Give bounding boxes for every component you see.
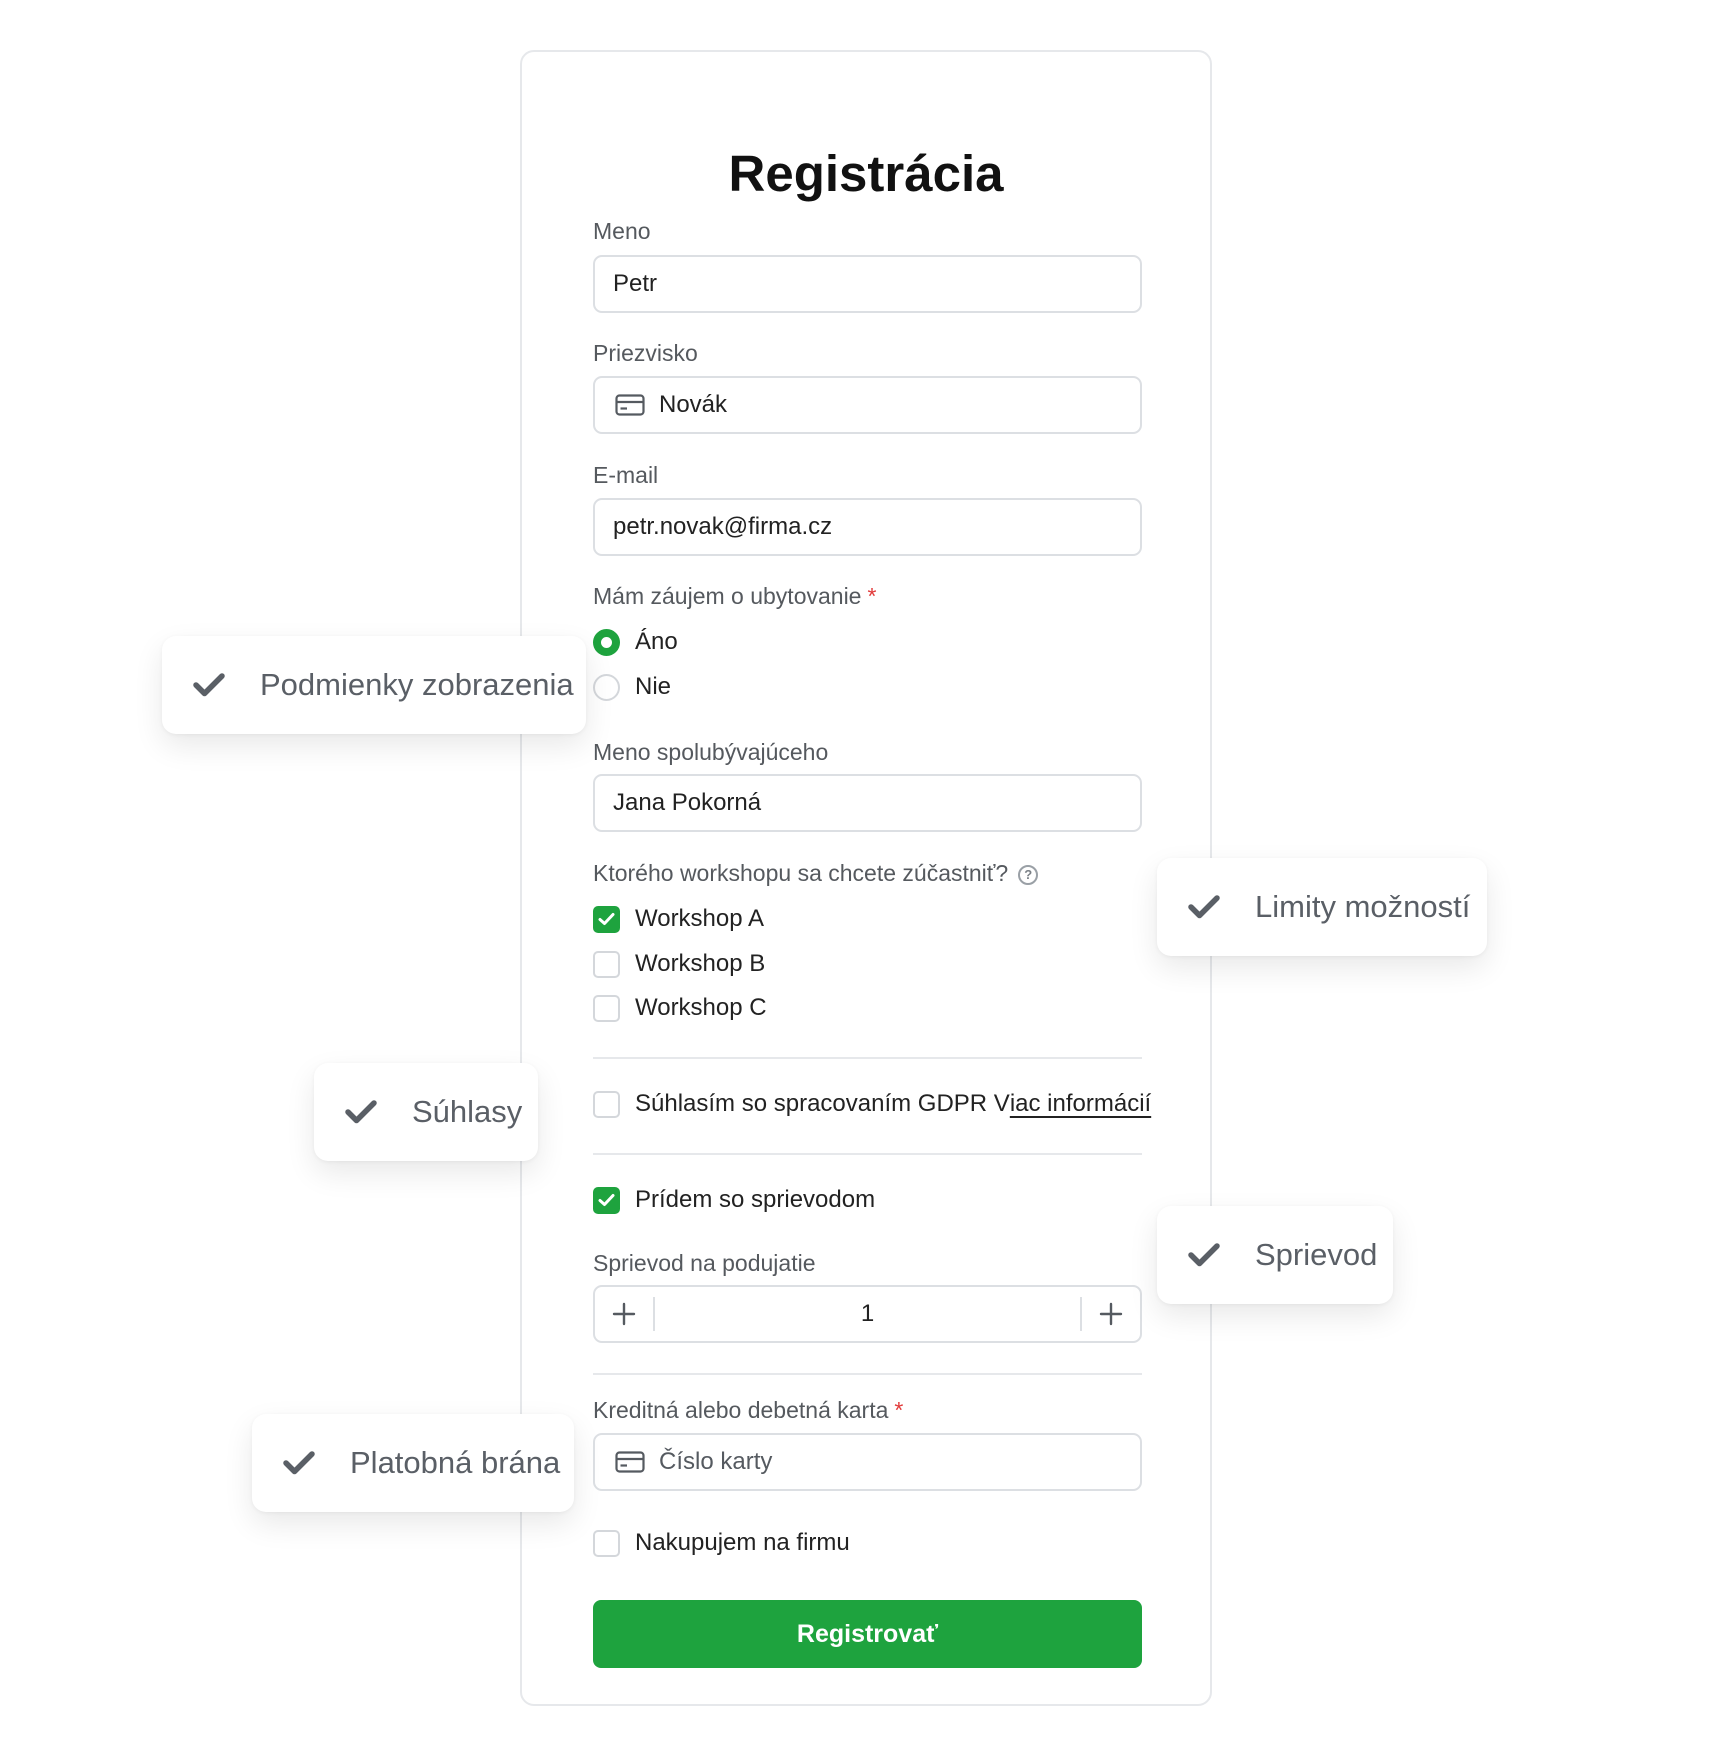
card-label: Kreditná alebo debetná karta * — [593, 1397, 903, 1424]
badge-companion: Sprievod — [1157, 1206, 1393, 1304]
checkbox-unchecked[interactable] — [593, 994, 620, 1022]
roommate-value: Jana Pokorná — [613, 789, 762, 816]
badge-payment-gateway: Platobná brána — [252, 1414, 574, 1512]
email-field[interactable]: petr.novak@firma.cz — [593, 498, 1142, 556]
option-label: Áno — [635, 628, 678, 655]
option-label: Nakupujem na firmu — [635, 1529, 850, 1556]
workshop-option-b[interactable]: Workshop B — [593, 948, 765, 980]
workshops-label-text: Ktorého workshopu sa chcete zúčastniť? — [593, 860, 1009, 886]
badge-consents: Súhlasy — [314, 1063, 538, 1161]
checkmark-icon — [598, 913, 615, 925]
register-button[interactable]: Registrovať — [593, 1600, 1142, 1668]
radio-unselected[interactable] — [593, 673, 620, 701]
check-icon — [345, 1100, 377, 1124]
check-icon — [283, 1451, 315, 1475]
email-label: E-mail — [593, 462, 659, 488]
divider — [593, 1373, 1142, 1375]
gdpr-text: Súhlasím so spracovaním GDPR V — [635, 1090, 1010, 1117]
first-name-value: Petr — [613, 270, 658, 297]
last-name-label: Priezvisko — [593, 340, 698, 366]
option-label: Prídem so sprievodom — [635, 1186, 876, 1213]
badge-label: Sprievod — [1255, 1237, 1378, 1272]
plus-icon — [612, 1302, 636, 1326]
card-icon — [615, 1451, 645, 1473]
first-name-label: Meno — [593, 218, 651, 244]
accommodation-label: Mám záujem o ubytovanie * — [593, 583, 876, 610]
question-circle-icon[interactable]: ? — [1018, 864, 1039, 885]
accommodation-label-text: Mám záujem o ubytovanie — [593, 583, 862, 609]
badge-display-conditions: Podmienky zobrazenia — [162, 636, 586, 734]
workshops-label: Ktorého workshopu sa chcete zúčastniť?? — [593, 860, 1039, 887]
check-icon — [193, 673, 225, 697]
radio-selected[interactable] — [593, 628, 620, 656]
plus-icon — [1099, 1302, 1123, 1326]
roommate-label: Meno spolubývajúceho — [593, 739, 829, 765]
increment-right-button[interactable] — [1082, 1287, 1140, 1341]
required-mark: * — [894, 1397, 904, 1423]
badge-label: Podmienky zobrazenia — [260, 667, 574, 702]
checkbox-checked[interactable] — [593, 905, 620, 933]
card-number-field[interactable]: Číslo karty — [593, 1433, 1142, 1491]
page-title: Registrácia — [728, 145, 1004, 202]
divider — [593, 1153, 1142, 1155]
checkbox-unchecked[interactable] — [593, 1529, 620, 1557]
badge-label: Limity možností — [1255, 889, 1471, 924]
required-mark: * — [867, 583, 877, 609]
companion-count-label: Sprievod na podujatie — [593, 1250, 816, 1276]
gdpr-consent[interactable]: Súhlasím so spracovaním GDPR Viac inform… — [593, 1088, 1151, 1120]
last-name-value: Novák — [659, 391, 728, 418]
first-name-field[interactable]: Petr — [593, 255, 1142, 313]
registration-form-card: Registrácia Meno Petr Priezvisko Novák E… — [520, 50, 1212, 1706]
badge-label: Súhlasy — [412, 1094, 523, 1129]
option-label: Workshop B — [635, 950, 766, 977]
checkbox-unchecked[interactable] — [593, 1090, 620, 1118]
roommate-field[interactable]: Jana Pokorná — [593, 774, 1142, 832]
check-icon — [1188, 895, 1220, 919]
increment-left-button[interactable] — [595, 1287, 653, 1341]
badge-label: Platobná brána — [350, 1445, 561, 1480]
card-label-text: Kreditná alebo debetná karta — [593, 1397, 889, 1423]
checkbox-checked[interactable] — [593, 1186, 620, 1214]
check-icon — [1188, 1243, 1220, 1267]
option-label: Workshop A — [635, 905, 764, 932]
workshop-option-a[interactable]: Workshop A — [593, 903, 764, 935]
more-info-link[interactable]: iac informácií — [1010, 1090, 1151, 1118]
email-value: petr.novak@firma.cz — [613, 513, 833, 540]
checkmark-icon — [598, 1194, 615, 1206]
companion-count-value[interactable]: 1 — [655, 1300, 1080, 1328]
accommodation-option-yes[interactable]: Áno — [593, 626, 678, 658]
option-label: Workshop C — [635, 994, 767, 1021]
option-label: Nie — [635, 673, 672, 700]
companion-option[interactable]: Prídem so sprievodom — [593, 1184, 875, 1216]
checkbox-unchecked[interactable] — [593, 950, 620, 978]
card-icon — [615, 394, 645, 416]
workshop-option-c[interactable]: Workshop C — [593, 992, 767, 1024]
company-purchase-option[interactable]: Nakupujem na firmu — [593, 1527, 850, 1559]
last-name-field[interactable]: Novák — [593, 376, 1142, 434]
badge-option-limits: Limity možností — [1157, 858, 1487, 956]
companion-count-stepper[interactable]: 1 — [593, 1285, 1142, 1343]
accommodation-option-no[interactable]: Nie — [593, 671, 671, 703]
card-number-placeholder: Číslo karty — [659, 1448, 773, 1475]
divider — [593, 1057, 1142, 1059]
